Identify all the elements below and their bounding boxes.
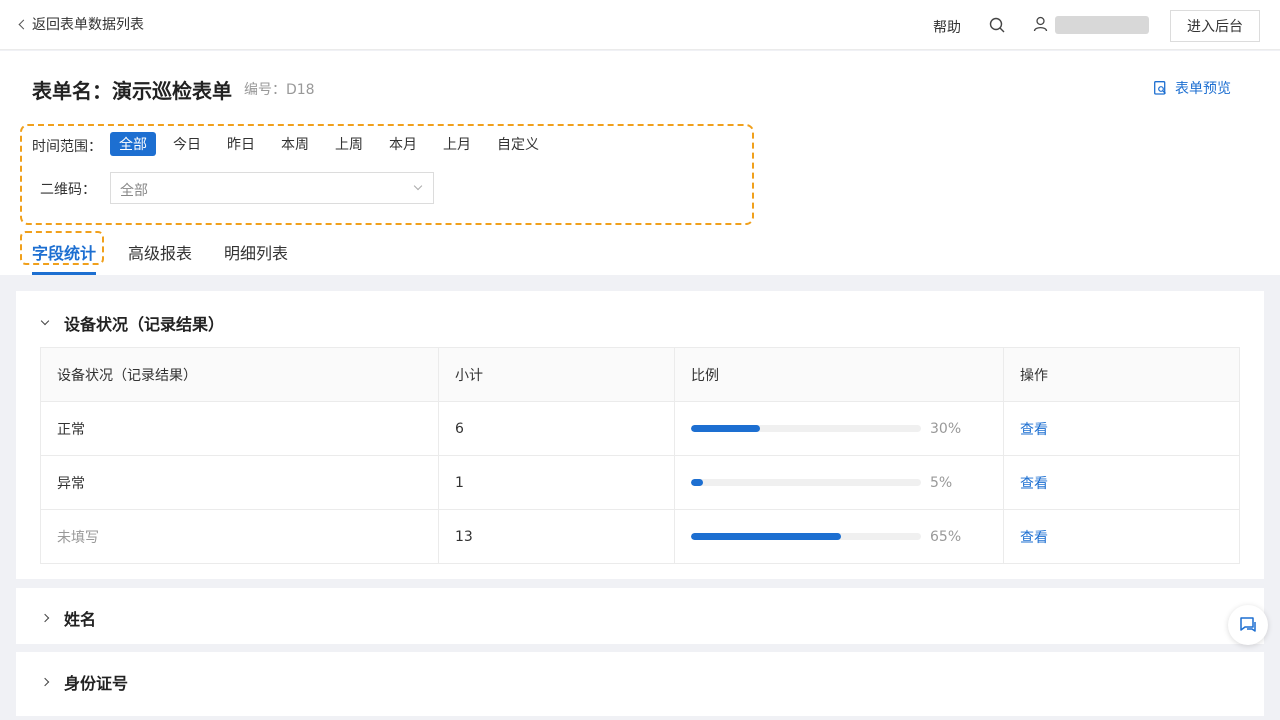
table-header-row: 设备状况（记录结果） 小计 比例 操作 bbox=[40, 347, 1240, 402]
back-label: 返回表单数据列表 bbox=[32, 17, 144, 33]
progress-fill bbox=[691, 479, 703, 486]
chat-icon bbox=[1240, 617, 1256, 632]
chevron-down-icon bbox=[40, 316, 50, 326]
row-count: 1 bbox=[438, 455, 675, 510]
top-bar: 返回表单数据列表 帮助 进入后台 bbox=[0, 0, 1280, 50]
chat-button[interactable] bbox=[1228, 605, 1268, 645]
section-header-device-status[interactable]: 设备状况（记录结果） bbox=[40, 311, 225, 335]
qr-code-label: 二维码： bbox=[40, 182, 96, 198]
time-option-all[interactable]: 全部 bbox=[110, 132, 156, 156]
column-header: 比例 bbox=[674, 347, 1004, 402]
column-header: 小计 bbox=[438, 347, 675, 402]
tab-detail-list[interactable]: 明细列表 bbox=[224, 240, 288, 264]
page-title: 表单名：演示巡检表单 bbox=[32, 79, 232, 103]
row-label: 未填写 bbox=[40, 509, 439, 564]
tab-advanced-report[interactable]: 高级报表 bbox=[128, 240, 192, 264]
table-row: 正常 6 30% 查看 bbox=[40, 401, 1240, 456]
section-header-name[interactable]: 姓名 bbox=[40, 606, 97, 630]
preview-label: 表单预览 bbox=[1175, 81, 1231, 97]
row-ratio: 65% bbox=[674, 509, 1004, 564]
qr-code-value: 全部 bbox=[120, 183, 148, 199]
avatar[interactable] bbox=[1055, 16, 1149, 34]
time-option-this-month[interactable]: 本月 bbox=[380, 132, 426, 156]
qr-code-select[interactable]: 全部 bbox=[110, 172, 434, 204]
percent-label: 5% bbox=[930, 474, 953, 491]
view-link[interactable]: 查看 bbox=[1020, 476, 1048, 492]
column-header: 操作 bbox=[1003, 347, 1240, 402]
column-header: 设备状况（记录结果） bbox=[40, 347, 439, 402]
chevron-right-icon bbox=[40, 677, 50, 687]
time-option-last-month[interactable]: 上月 bbox=[434, 132, 480, 156]
table-row: 未填写 13 65% 查看 bbox=[40, 509, 1240, 564]
row-ratio: 30% bbox=[674, 401, 1004, 456]
percent-label: 65% bbox=[930, 528, 962, 545]
chevron-down-icon bbox=[413, 181, 423, 191]
chevron-right-icon bbox=[40, 613, 50, 623]
preview-icon bbox=[1154, 81, 1166, 95]
enter-admin-button[interactable]: 进入后台 bbox=[1170, 10, 1260, 42]
time-option-yesterday[interactable]: 昨日 bbox=[218, 132, 264, 156]
section-id-number: 身份证号 bbox=[16, 652, 1264, 716]
row-ratio: 5% bbox=[674, 455, 1004, 510]
row-label: 异常 bbox=[40, 455, 439, 510]
help-link[interactable]: 帮助 bbox=[933, 17, 961, 37]
time-option-today[interactable]: 今日 bbox=[164, 132, 210, 156]
view-link[interactable]: 查看 bbox=[1020, 530, 1048, 546]
time-option-this-week[interactable]: 本周 bbox=[272, 132, 318, 156]
row-count: 6 bbox=[438, 401, 675, 456]
stats-table: 设备状况（记录结果） 小计 比例 操作 正常 6 30% 查看 异常 1 5% … bbox=[40, 347, 1240, 564]
tab-field-stats[interactable]: 字段统计 bbox=[32, 240, 96, 264]
time-option-last-week[interactable]: 上周 bbox=[326, 132, 372, 156]
form-code: 编号：D18 bbox=[244, 82, 315, 98]
section-title: 姓名 bbox=[64, 610, 97, 629]
section-name: 姓名 bbox=[16, 588, 1264, 644]
section-header-id-number[interactable]: 身份证号 bbox=[40, 670, 129, 694]
time-range-label: 时间范围： bbox=[32, 139, 102, 155]
user-icon bbox=[1033, 16, 1048, 32]
header-panel: 表单名：演示巡检表单 编号：D18 表单预览 时间范围： 全部 今日 昨日 本周… bbox=[0, 51, 1280, 275]
section-title: 身份证号 bbox=[64, 674, 129, 693]
view-link[interactable]: 查看 bbox=[1020, 422, 1048, 438]
time-option-custom[interactable]: 自定义 bbox=[490, 132, 546, 156]
back-link[interactable]: 返回表单数据列表 bbox=[18, 14, 144, 34]
row-count: 13 bbox=[438, 509, 675, 564]
percent-label: 30% bbox=[930, 420, 962, 437]
section-title: 设备状况（记录结果） bbox=[64, 315, 225, 334]
progress-fill bbox=[691, 425, 760, 432]
section-device-status: 设备状况（记录结果） 设备状况（记录结果） 小计 比例 操作 正常 6 30% … bbox=[16, 291, 1264, 579]
progress-track bbox=[691, 425, 921, 432]
form-preview-link[interactable]: 表单预览 bbox=[1154, 78, 1231, 98]
row-label: 正常 bbox=[40, 401, 439, 456]
table-row: 异常 1 5% 查看 bbox=[40, 455, 1240, 510]
progress-fill bbox=[691, 533, 841, 540]
progress-track bbox=[691, 479, 921, 486]
search-icon[interactable] bbox=[989, 17, 1005, 33]
progress-track bbox=[691, 533, 921, 540]
active-tab-indicator bbox=[32, 272, 96, 275]
chevron-left-icon bbox=[18, 19, 29, 30]
